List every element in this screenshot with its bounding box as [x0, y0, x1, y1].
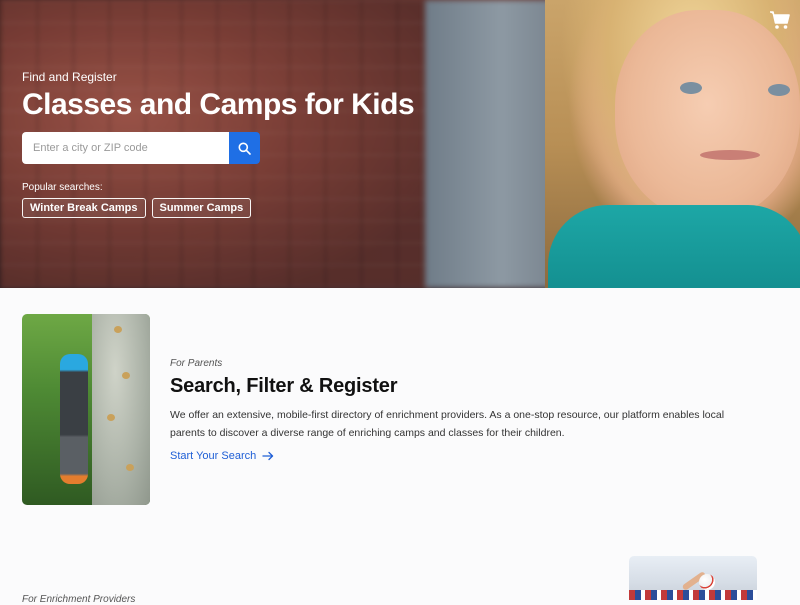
for-parents-text: For Parents Search, Filter & Register We… — [170, 358, 770, 464]
start-your-search-label: Start Your Search — [170, 450, 257, 462]
climbing-hold — [122, 372, 130, 379]
chip-winter-break-camps[interactable]: Winter Break Camps — [22, 198, 146, 218]
arrow-right-icon — [262, 451, 274, 461]
rock-climbing-photo — [22, 314, 150, 505]
hero-child-eye-left — [680, 82, 702, 94]
climbing-wall — [92, 314, 150, 505]
gym-flags — [629, 590, 757, 600]
location-search-input[interactable] — [22, 132, 229, 164]
popular-searches-list: Winter Break Camps Summer Camps — [22, 198, 252, 218]
hero-child-mouth — [700, 150, 760, 160]
section-title: Search, Filter & Register — [170, 375, 398, 397]
hero-title: Classes and Camps for Kids — [22, 88, 415, 121]
hero-eyebrow: Find and Register — [22, 70, 117, 84]
climbing-hold — [114, 326, 122, 333]
section-description: We offer an extensive, mobile-first dire… — [170, 409, 725, 439]
hero-child-face — [615, 10, 800, 220]
climbing-hold — [107, 414, 115, 421]
climbing-child — [60, 354, 88, 484]
for-parents-section: For Parents Search, Filter & Register We… — [22, 314, 782, 506]
hero-banner: Find and Register Classes and Camps for … — [0, 0, 800, 288]
volleyball-photo — [629, 556, 757, 600]
hero-content: Find and Register Classes and Camps for … — [22, 70, 442, 218]
volleyball — [699, 574, 715, 590]
hero-child-shirt — [548, 205, 800, 288]
chip-summer-camps[interactable]: Summer Camps — [151, 198, 252, 218]
hero-child-eye-right — [768, 84, 790, 96]
section-eyebrow: For Parents — [170, 358, 223, 369]
search-icon — [238, 142, 251, 155]
search-button[interactable] — [229, 132, 260, 164]
search-bar — [22, 132, 260, 164]
start-your-search-link[interactable]: Start Your Search — [170, 450, 274, 462]
climbing-hold — [126, 464, 134, 471]
popular-searches-label: Popular searches: — [22, 182, 103, 193]
cart-icon[interactable] — [769, 10, 791, 30]
